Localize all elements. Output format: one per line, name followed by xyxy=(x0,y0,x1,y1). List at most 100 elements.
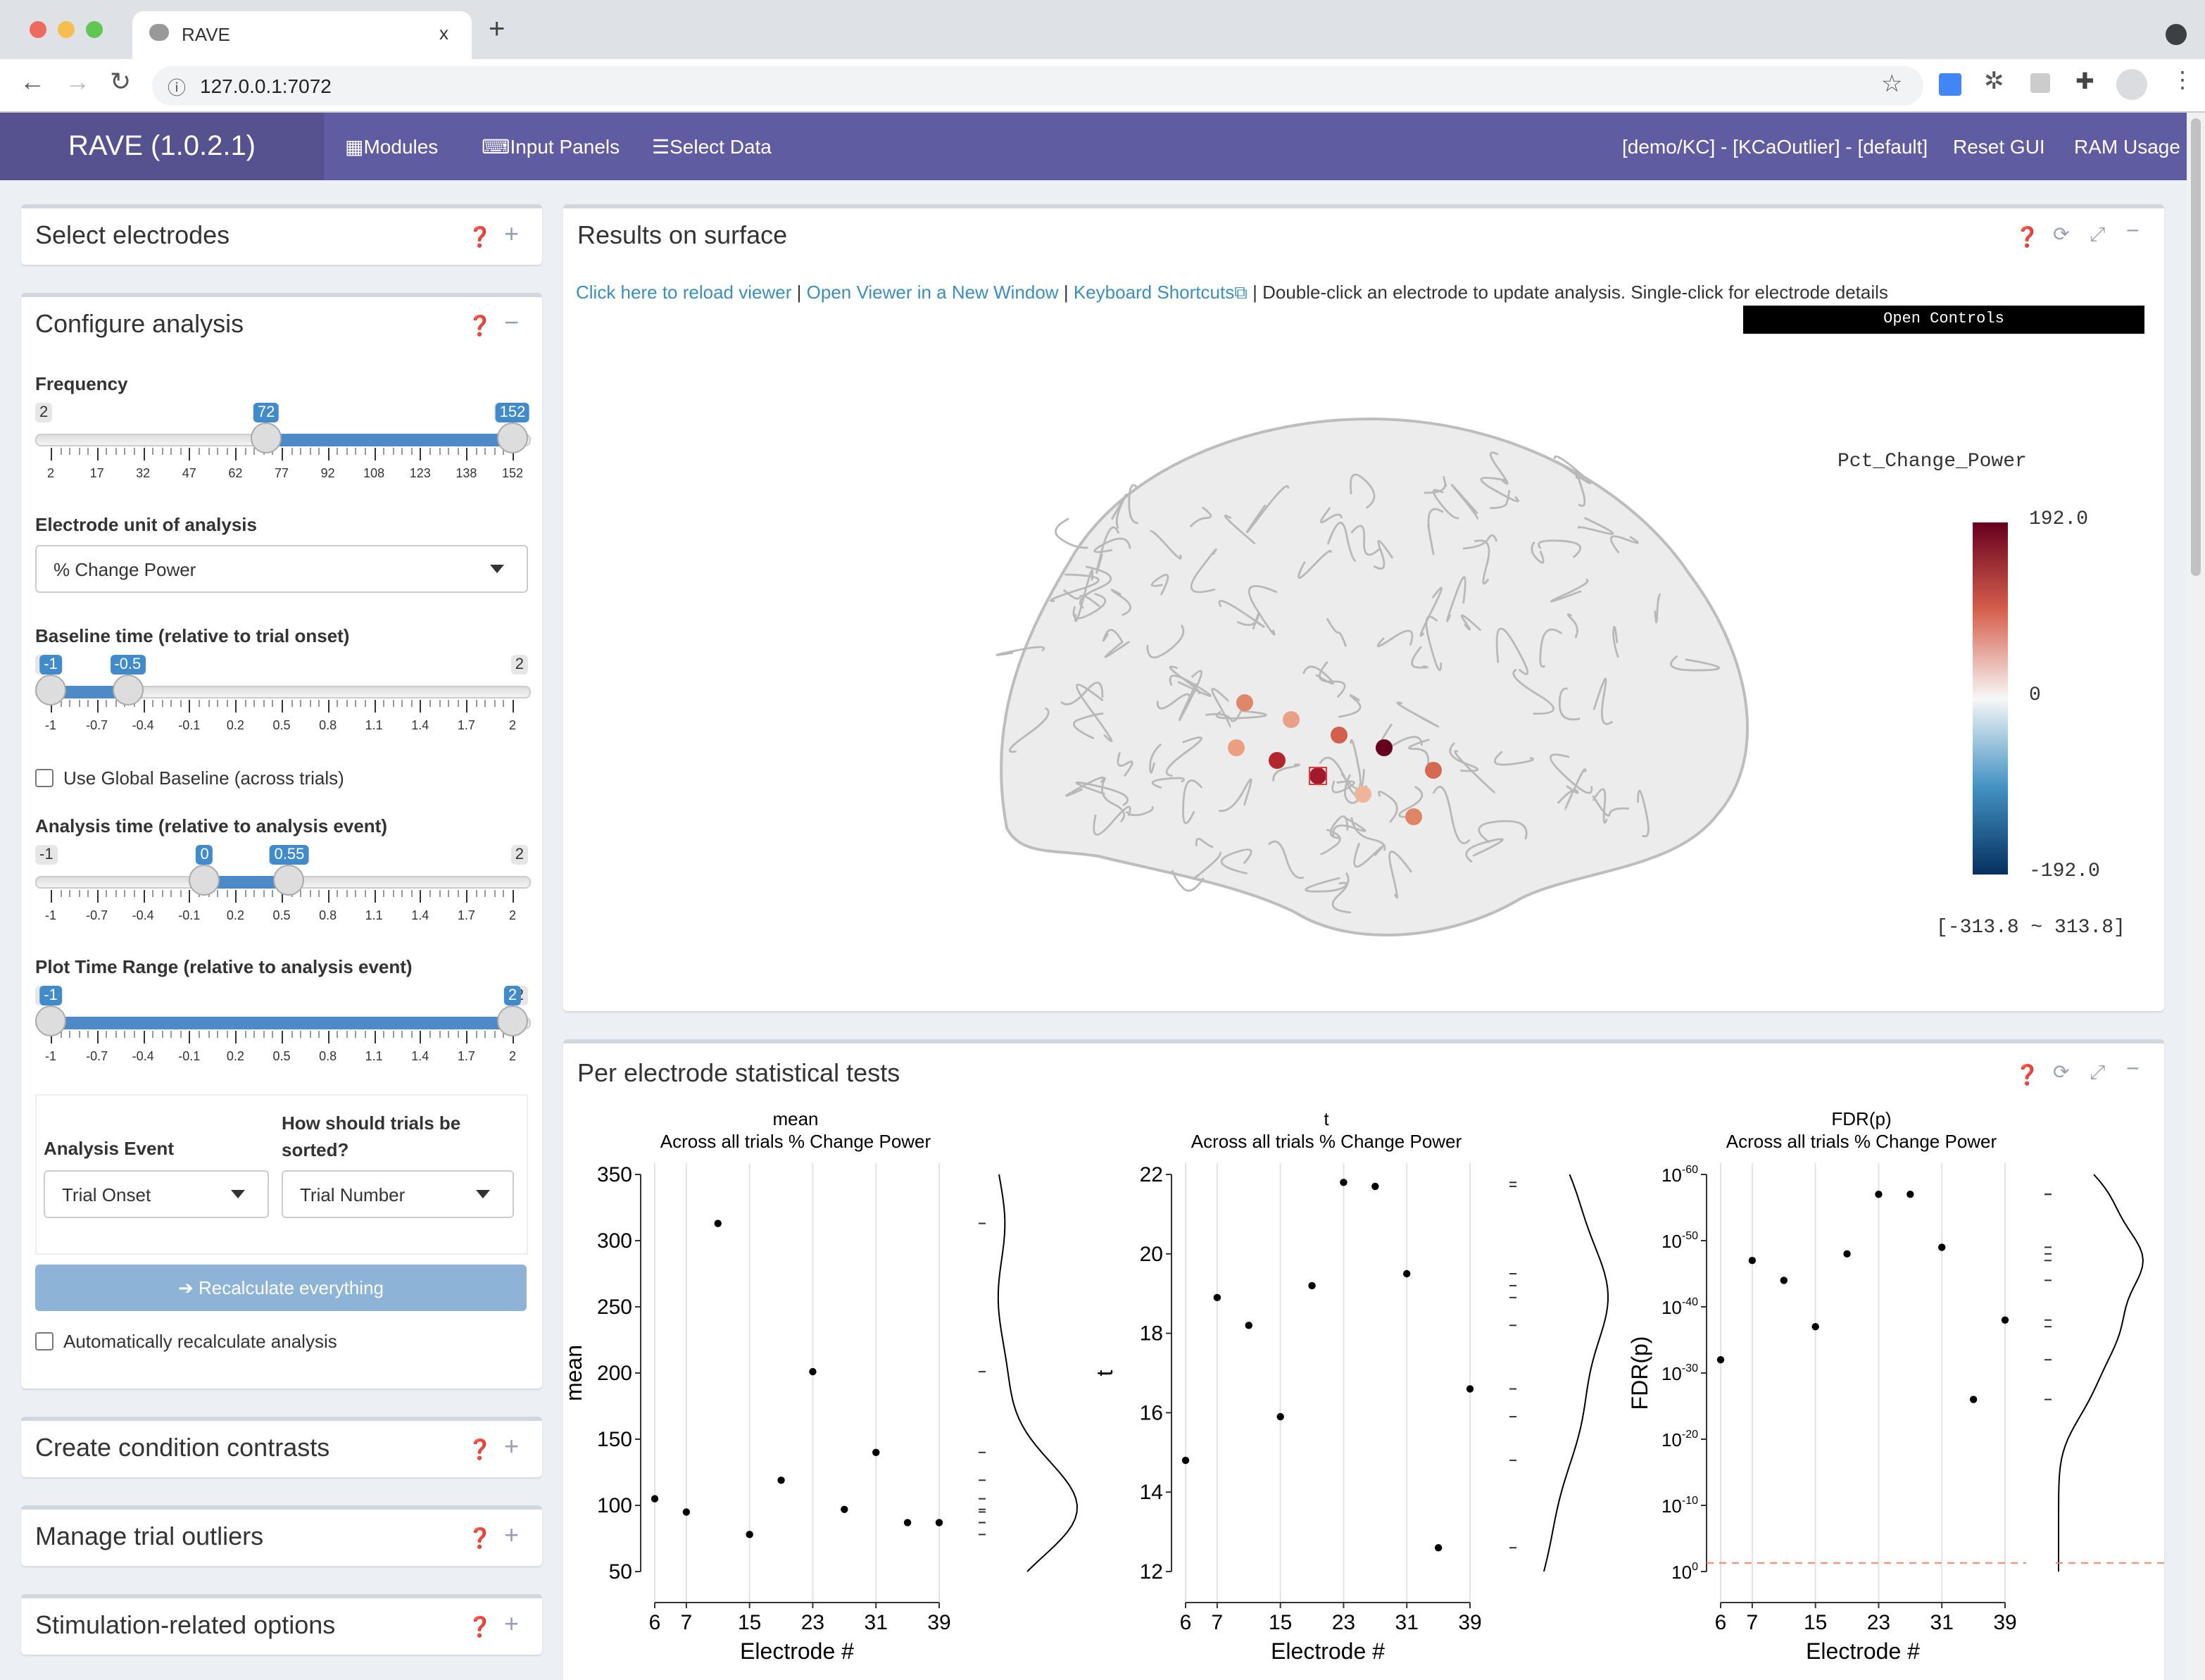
close-window-button[interactable] xyxy=(30,21,46,38)
data-point xyxy=(1245,1322,1252,1329)
x-tick-label: 7 xyxy=(1212,1611,1224,1634)
brain-favicon-icon xyxy=(149,24,169,41)
slider-minor-tick xyxy=(226,700,227,707)
electrode-marker xyxy=(1269,752,1286,769)
translate-extension-icon[interactable] xyxy=(1939,73,1961,96)
nav-input-panels[interactable]: ⌨Input Panels xyxy=(482,113,620,180)
slider-handle-low[interactable] xyxy=(189,865,220,896)
extensions-puzzle-icon[interactable]: ✚ xyxy=(2075,68,2094,96)
maximize-window-button[interactable] xyxy=(86,21,103,38)
ram-usage-button[interactable]: RAM Usage xyxy=(2074,113,2180,180)
profile-avatar-icon[interactable] xyxy=(2116,69,2147,100)
open-controls-button[interactable]: Open Controls xyxy=(1743,306,2144,334)
slider-minor-tick xyxy=(226,890,227,897)
slider-minor-tick xyxy=(152,1031,153,1038)
auto-recalc-label[interactable]: Automatically recalculate analysis xyxy=(63,1331,337,1352)
help-icon[interactable]: ❓ xyxy=(467,1438,492,1462)
global-baseline-checkbox[interactable] xyxy=(35,769,54,787)
frequency-slider[interactable]: 2152217324762779210812313815272152 xyxy=(35,403,528,487)
reset-gui-button[interactable]: Reset GUI xyxy=(1953,113,2045,180)
fullscreen-icon[interactable]: ⤢ xyxy=(2090,222,2105,246)
help-icon[interactable]: ❓ xyxy=(467,1615,492,1639)
frequency-label: Frequency xyxy=(35,373,128,394)
slider-handle-low[interactable] xyxy=(251,422,282,453)
plot-range-slider[interactable]: -12-1-0.7-0.4-0.10.20.50.81.11.41.72-12 xyxy=(35,986,528,1070)
expand-plus-icon[interactable]: + xyxy=(504,1432,519,1462)
chart-title: mean xyxy=(772,1108,818,1129)
slider-minor-tick xyxy=(411,700,413,707)
x-tick-label: 6 xyxy=(649,1611,661,1634)
extension-b-icon[interactable] xyxy=(2030,73,2050,93)
sort-select[interactable]: Trial Number xyxy=(282,1170,514,1218)
slider-minor-tick xyxy=(411,890,413,897)
collapse-minus-icon[interactable]: − xyxy=(2126,220,2140,245)
auto-recalc-checkbox[interactable] xyxy=(35,1332,54,1350)
slider-tick-label: 1.4 xyxy=(411,908,429,922)
app-brand[interactable]: RAVE (1.0.2.1) xyxy=(0,113,324,180)
refresh-icon[interactable]: ⟳ xyxy=(2053,1060,2069,1084)
slider-minor-tick xyxy=(411,1031,413,1038)
expand-plus-icon[interactable]: + xyxy=(504,1610,519,1639)
slider-handle-low[interactable] xyxy=(35,1005,66,1036)
slider-minor-tick xyxy=(245,1031,246,1038)
slider-minor-tick xyxy=(309,890,310,897)
analysis-time-label: Analysis time (relative to analysis even… xyxy=(35,815,387,836)
sort-label: How should trials be sorted? xyxy=(282,1110,479,1163)
slider-handle-high[interactable] xyxy=(112,675,143,706)
scrollbar-thumb[interactable] xyxy=(2191,118,2201,576)
baseline-slider[interactable]: -12-1-0.7-0.4-0.10.20.50.81.11.41.72-1-0… xyxy=(35,655,528,739)
y-tick-label: 10-20 xyxy=(1661,1429,1698,1450)
help-icon[interactable]: ❓ xyxy=(2015,225,2040,249)
slider-minor-tick xyxy=(171,448,172,455)
close-tab-icon[interactable]: x xyxy=(439,23,448,44)
external-link-icon: ⧉ xyxy=(1234,282,1248,303)
slider-minor-tick xyxy=(226,1031,227,1038)
forward-icon[interactable]: → xyxy=(65,68,90,97)
help-icon[interactable]: ❓ xyxy=(467,225,492,249)
reload-viewer-link[interactable]: Click here to reload viewer xyxy=(576,282,791,303)
slider-handle-high[interactable] xyxy=(497,422,528,453)
bookmark-star-icon[interactable]: ☆ xyxy=(1881,70,1903,99)
refresh-icon[interactable]: ⟳ xyxy=(2053,222,2069,246)
slider-minor-tick xyxy=(439,1031,440,1038)
slider-handle-high[interactable] xyxy=(497,1005,528,1036)
expand-plus-icon[interactable]: + xyxy=(504,220,519,249)
slider-minor-tick xyxy=(87,1031,89,1038)
slider-handle-low[interactable] xyxy=(35,675,66,706)
extension-asterisk-icon[interactable]: ✲ xyxy=(1984,68,2004,96)
slider-tick xyxy=(143,700,144,713)
nav-select-data[interactable]: ☰Select Data xyxy=(652,113,772,180)
help-icon[interactable]: ❓ xyxy=(467,1527,492,1550)
project-indicator[interactable]: [demo/KC] - [KCaOutlier] - [default] xyxy=(1622,113,1928,180)
brain-viewer[interactable] xyxy=(986,406,1774,955)
open-viewer-window-link[interactable]: Open Viewer in a New Window xyxy=(807,282,1059,303)
browser-menu-icon[interactable]: ⋮ xyxy=(2171,66,2194,94)
new-tab-button[interactable]: + xyxy=(489,14,505,46)
expand-plus-icon[interactable]: + xyxy=(504,1521,519,1550)
analysis-time-slider[interactable]: -12-1-0.7-0.4-0.10.20.50.81.11.41.7200.5… xyxy=(35,845,528,929)
global-baseline-label[interactable]: Use Global Baseline (across trials) xyxy=(63,767,344,789)
slider-tick-label: 2 xyxy=(509,718,516,732)
help-icon[interactable]: ❓ xyxy=(2015,1063,2040,1087)
recalculate-button[interactable]: ➔ Recalculate everything xyxy=(35,1265,527,1311)
unit-select[interactable]: % Change Power xyxy=(35,545,528,593)
back-icon[interactable]: ← xyxy=(20,68,45,97)
x-tick-label: 23 xyxy=(801,1611,824,1634)
page-scrollbar[interactable] xyxy=(2187,113,2205,1680)
reload-icon[interactable]: ↻ xyxy=(110,68,131,97)
browser-tab[interactable]: RAVE x xyxy=(132,11,472,59)
minimize-window-button[interactable] xyxy=(58,21,75,38)
analysis-event-select[interactable]: Trial Onset xyxy=(44,1170,269,1218)
slider-tick xyxy=(282,1031,283,1043)
nav-modules[interactable]: ▦Modules xyxy=(345,113,438,180)
help-icon[interactable]: ❓ xyxy=(467,314,492,338)
url-text[interactable]: 127.0.0.1:7072 xyxy=(200,75,332,97)
slider-minor-tick xyxy=(199,700,200,707)
collapse-minus-icon[interactable]: − xyxy=(504,308,519,338)
url-bar[interactable]: ⓘ 127.0.0.1:7072 ☆ xyxy=(152,66,1923,106)
collapse-minus-icon[interactable]: − xyxy=(2126,1058,2140,1083)
keyboard-shortcuts-link[interactable]: Keyboard Shortcuts xyxy=(1074,282,1234,303)
y-tick-label: 100 xyxy=(1671,1561,1698,1583)
tab-search-icon[interactable] xyxy=(2166,24,2187,45)
fullscreen-icon[interactable]: ⤢ xyxy=(2090,1060,2105,1084)
